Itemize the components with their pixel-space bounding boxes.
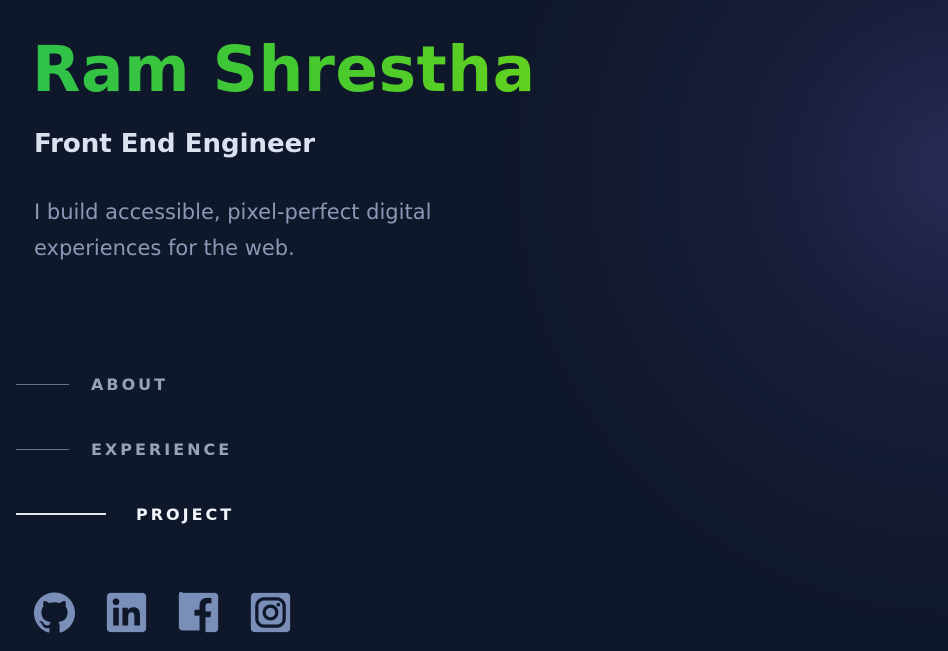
nav-label-project: PROJECT (136, 504, 235, 524)
nav-link-about[interactable]: ABOUT (16, 369, 168, 399)
nav-link-project[interactable]: PROJECT (16, 499, 234, 529)
instagram-link[interactable] (250, 592, 291, 633)
nav-label-about: ABOUT (91, 374, 169, 394)
facebook-link[interactable] (178, 592, 219, 633)
linkedin-icon (106, 592, 147, 633)
nav-indicator-line (16, 448, 69, 450)
nav-indicator-line (16, 513, 106, 515)
section-nav: ABOUT EXPERIENCE PROJECT (16, 0, 416, 651)
facebook-icon (178, 592, 219, 633)
github-icon (34, 592, 75, 633)
linkedin-link[interactable] (106, 592, 147, 633)
nav-link-experience[interactable]: EXPERIENCE (16, 434, 232, 464)
social-links (34, 592, 291, 633)
nav-label-experience: EXPERIENCE (91, 439, 233, 459)
nav-indicator-line (16, 383, 69, 385)
github-link[interactable] (34, 592, 75, 633)
instagram-icon (250, 592, 291, 633)
